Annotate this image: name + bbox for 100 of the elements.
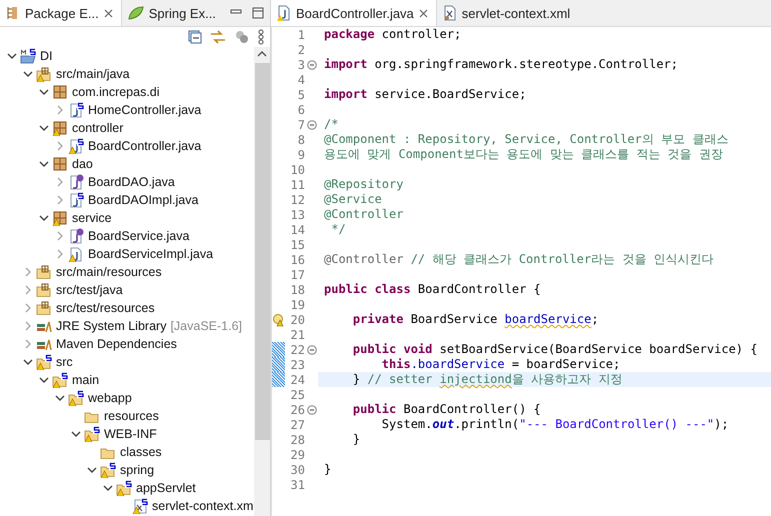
tree-item-label[interactable]: dao [72, 157, 93, 171]
java-file-icon [277, 5, 291, 21]
leaf-icon [128, 6, 144, 20]
tree-item-label[interactable]: HomeController.java [88, 103, 202, 117]
close-icon[interactable] [418, 8, 428, 18]
line-number: 2 [296, 42, 305, 56]
line-number: 6 [296, 102, 305, 116]
interface-file-icon [68, 174, 84, 190]
code-line: } [352, 432, 362, 447]
code-line: this.boardService = boardService; [380, 357, 622, 372]
code-line: package controller; [323, 27, 462, 42]
tree-item-label[interactable]: webapp [88, 391, 132, 405]
line-number: 1 [296, 28, 305, 42]
line-number: 11 [290, 178, 305, 192]
line-number: 16 [290, 252, 305, 266]
tree-item-label[interactable]: classes [120, 445, 162, 459]
fold-minus-icon[interactable] [306, 404, 316, 414]
line-number: 15 [290, 238, 305, 252]
code-line: public class BoardController { [323, 282, 542, 297]
line-number: 8 [296, 132, 305, 146]
code-line: import service.BoardService; [323, 87, 528, 102]
line-number: 24 [290, 372, 305, 386]
xml-file-icon [442, 5, 457, 21]
code-line: import org.springframework.stereotype.Controller; [323, 57, 680, 72]
line-number: 25 [290, 388, 305, 402]
tree-item-label[interactable]: src/test/resources [56, 301, 155, 315]
code-line: System.out.println("--- BoardController() ---"); [380, 417, 730, 432]
view-tab[interactable]: Package E... [0, 0, 122, 26]
lightbulb-warning-icon[interactable] [272, 312, 285, 326]
tree-item-label[interactable]: resources [104, 409, 159, 423]
line-number: 17 [290, 268, 305, 282]
tree-item-label[interactable]: com.increpas.di [72, 85, 160, 99]
code-line: @Repository [323, 177, 404, 192]
tree-item-label[interactable]: servlet-context.xm [152, 499, 254, 513]
line-number: 12 [290, 192, 305, 206]
source-folder-icon [36, 282, 52, 298]
line-number: 9 [296, 148, 305, 162]
code-line: @Controller [323, 207, 404, 222]
tree-item-decoration: [JavaSE-1.6] [170, 319, 242, 333]
tree-item-label[interactable]: appServlet [136, 481, 196, 495]
line-number: 21 [290, 328, 305, 342]
line-number: 7 [296, 118, 305, 132]
tree-item-label[interactable]: spring [120, 463, 154, 477]
tree-item-label[interactable]: src/main/java [56, 67, 130, 81]
line-number: 22 [290, 342, 305, 356]
package-explorer-icon [6, 6, 20, 20]
tree-item-label[interactable]: src/test/java [56, 283, 123, 297]
line-number: 31 [290, 478, 305, 492]
line-number: 10 [290, 162, 305, 176]
tree-item-label[interactable]: BoardServiceImpl.java [88, 247, 214, 261]
code-line: @Controller // 해당 클래스가 Controller라는 것을 인식시킨다 [323, 252, 715, 267]
collapse-all-icon[interactable] [188, 30, 202, 44]
code-line: public BoardController() { [352, 402, 542, 417]
focus-icon[interactable] [234, 30, 250, 44]
tree-item-label[interactable]: BoardService.java [88, 229, 190, 243]
link-arrows-icon[interactable] [210, 30, 226, 44]
source-folder-icon [36, 300, 52, 316]
tree-item-label[interactable]: BoardController.java [88, 139, 202, 153]
line-number: 19 [290, 298, 305, 312]
maximize-icon[interactable] [252, 7, 264, 19]
tree-item-label[interactable]: service [72, 211, 112, 225]
source-folder-icon [36, 264, 52, 280]
tree-item-label[interactable]: controller [72, 121, 124, 135]
line-number: 5 [296, 88, 305, 102]
line-number: 13 [290, 208, 305, 222]
tree-item-label[interactable]: main [72, 373, 100, 387]
view-tab[interactable]: BoardController.java [271, 0, 437, 26]
java-file-icon [68, 102, 84, 118]
close-icon[interactable] [104, 8, 113, 18]
code-line: */ [330, 222, 347, 237]
fold-minus-icon[interactable] [306, 60, 316, 70]
tree-item-label[interactable]: JRE System Library [56, 319, 166, 333]
line-number: 30 [290, 462, 305, 476]
fold-minus-icon[interactable] [306, 344, 316, 354]
line-number: 4 [296, 72, 305, 86]
tree-item-label[interactable]: DI [40, 49, 52, 63]
java-file-icon [68, 192, 84, 208]
code-line: 용도에 맞게 Component보다는 용도에 맞는 클래스를 적는 것을 권장 [323, 147, 724, 162]
line-number: 3 [296, 58, 305, 72]
line-number: 26 [290, 402, 305, 416]
line-number: 14 [290, 222, 305, 236]
tree-item-label[interactable]: BoardDAO.java [88, 175, 175, 189]
code-line: @Service [323, 192, 383, 207]
tree-item-label[interactable]: src/main/resources [56, 265, 162, 279]
project-icon [20, 48, 36, 64]
line-number: 23 [290, 358, 305, 372]
package-icon [52, 156, 68, 172]
tree-item-label[interactable]: WEB-INF [104, 427, 157, 441]
tree-item-label[interactable]: src [56, 355, 73, 369]
tree-item-label[interactable]: BoardDAOImpl.java [88, 193, 198, 207]
line-number: 28 [290, 432, 305, 446]
code-line: /* [323, 117, 340, 132]
line-number: 27 [290, 418, 305, 432]
scrollbar-thumb[interactable] [254, 63, 270, 440]
view-menu-icon[interactable] [258, 29, 264, 45]
tree-item-label[interactable]: Maven Dependencies [56, 337, 177, 351]
line-number: 29 [290, 448, 305, 462]
code-line: } [323, 462, 332, 477]
line-number: 20 [290, 312, 305, 326]
fold-minus-icon[interactable] [306, 120, 316, 130]
